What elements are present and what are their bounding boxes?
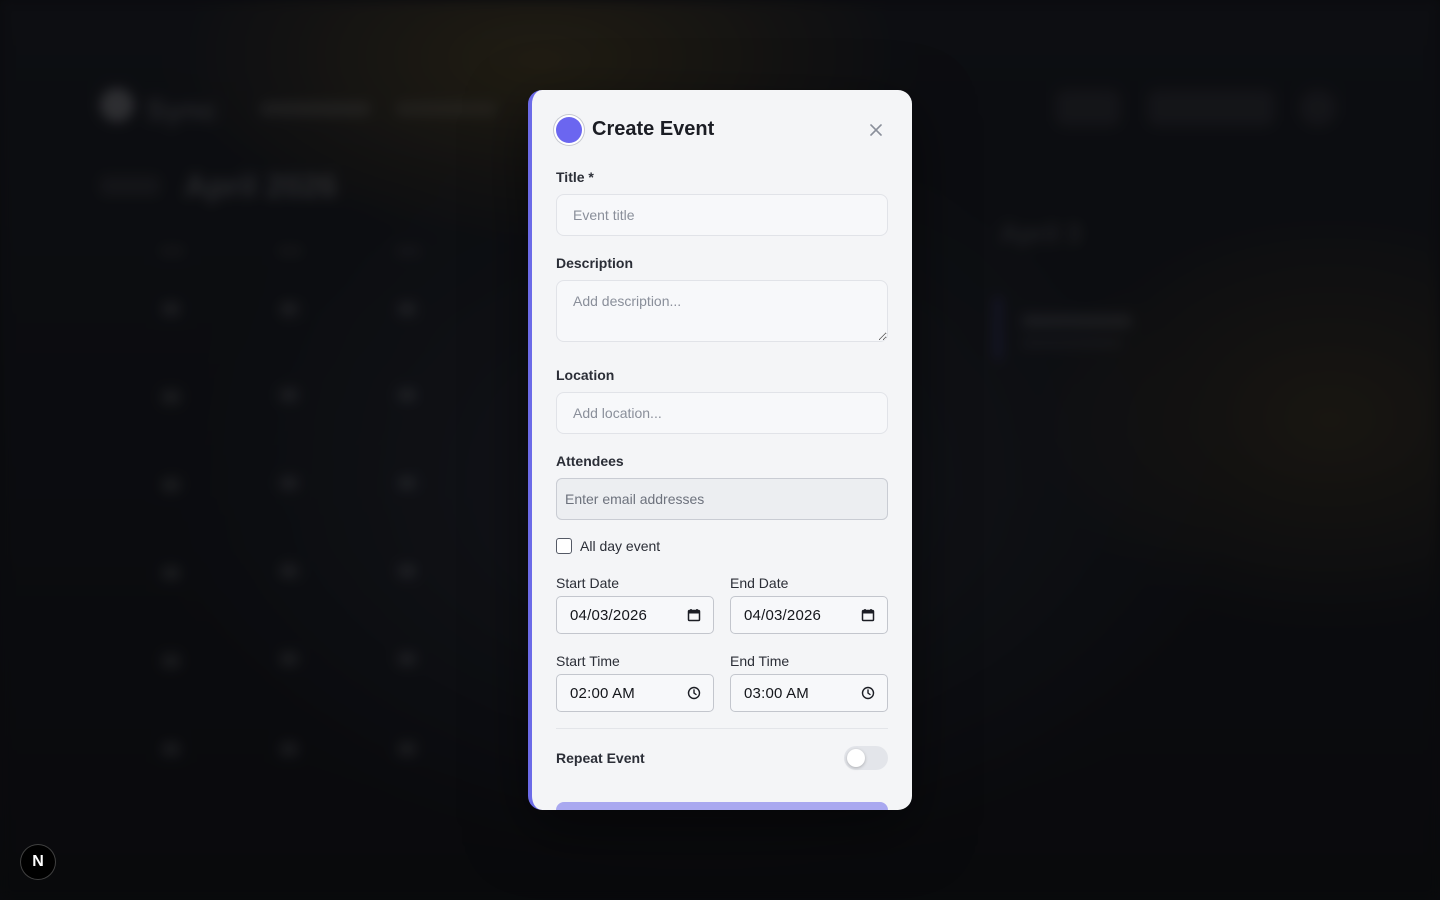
dialog-title: Create Event [592,118,715,140]
event-color-picker[interactable] [556,117,582,143]
all-day-label: All day event [580,538,661,554]
description-textarea[interactable] [556,280,888,342]
toggle-knob [847,749,865,767]
calendar-icon[interactable] [861,608,875,622]
nextjs-dev-badge[interactable]: N [20,844,56,880]
all-day-checkbox[interactable] [556,538,572,554]
dialog-header: Create Event [556,116,888,144]
start-date-input[interactable]: 04/03/2026 [556,596,714,634]
description-label: Description [556,255,634,271]
end-date-input[interactable]: 04/03/2026 [730,596,888,634]
calendar-icon[interactable] [687,608,701,622]
close-icon [870,124,882,136]
end-time-value: 03:00 AM [744,684,809,702]
create-event-dialog: Create Event Title * Description Locatio… [528,90,912,810]
location-label: Location [556,367,615,383]
end-date-label: End Date [730,575,789,591]
end-time-label: End Time [730,653,790,669]
attendees-input[interactable] [556,478,888,520]
title-label: Title * [556,169,594,185]
all-day-row: All day event [556,537,660,555]
create-event-submit-button[interactable] [556,802,888,810]
clock-icon[interactable] [687,686,701,700]
start-date-value: 04/03/2026 [570,606,648,624]
end-date-value: 04/03/2026 [744,606,822,624]
section-divider [556,728,888,729]
repeat-event-toggle[interactable] [844,746,888,770]
close-button[interactable] [864,118,888,142]
end-time-input[interactable]: 03:00 AM [730,674,888,712]
title-input[interactable] [556,194,888,236]
start-time-label: Start Time [556,653,620,669]
start-time-input[interactable]: 02:00 AM [556,674,714,712]
attendees-label: Attendees [556,453,624,469]
repeat-event-label: Repeat Event [556,750,645,766]
start-time-value: 02:00 AM [570,684,635,702]
clock-icon[interactable] [861,686,875,700]
location-input[interactable] [556,392,888,434]
start-date-label: Start Date [556,575,620,591]
